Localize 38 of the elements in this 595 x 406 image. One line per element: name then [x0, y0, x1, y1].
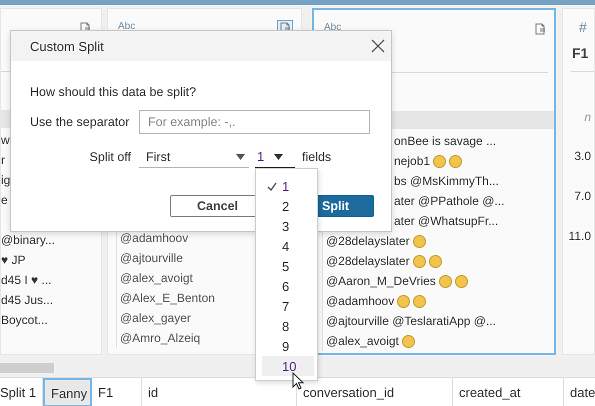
- value-text: 3.0: [574, 148, 591, 164]
- value-text: e: [1, 192, 8, 208]
- value-text: w: [1, 132, 10, 148]
- value-text: ater @PPathole @...: [394, 193, 504, 209]
- value-text: d45 Jus...: [1, 292, 54, 308]
- value-text: @Alex_E_Benton: [120, 290, 215, 306]
- value-text: ♥ JP: [1, 252, 26, 268]
- value-text: @28delayslater: [326, 253, 410, 269]
- value-text: Boycot...: [1, 312, 48, 328]
- value-text: @ajtourville @TeslaratiApp @...: [326, 313, 496, 329]
- value-text: @adamhoov: [326, 293, 394, 309]
- dialog-title: Custom Split: [30, 38, 104, 54]
- value-text: ig: [1, 172, 10, 188]
- type-label: Abc: [118, 21, 136, 32]
- value-text: @alex_avoigt: [120, 270, 193, 286]
- value-text: @Aaron_M_DeVries: [326, 273, 436, 289]
- value-text: @alex_avoigt: [326, 333, 399, 349]
- type-label: #: [579, 19, 587, 35]
- value-text: nejob1: [394, 153, 430, 169]
- value-text: ater @WhatsupFr...: [394, 213, 498, 229]
- field-name: F1: [572, 45, 588, 61]
- value-text: @ajtourville: [120, 250, 183, 266]
- field-label: Use the separator: [30, 115, 130, 129]
- value-text: bs @MsKimmyTh...: [394, 173, 499, 189]
- value-text: @binary...: [1, 232, 55, 248]
- value-text: onBee is savage ...: [394, 133, 496, 149]
- value-text: @adamhoov: [120, 230, 188, 246]
- value-text: d45 I ♥ ...: [1, 272, 52, 288]
- null-label: n: [583, 110, 592, 124]
- value-text: @Amro_Alzeiq: [120, 330, 200, 346]
- question-text: How should this data be split?: [30, 84, 198, 100]
- value-text: @28delayslater: [326, 233, 410, 249]
- field-label: Split off: [88, 150, 131, 164]
- value-text: @alex_gayer: [120, 310, 191, 326]
- value-text: 7.0: [574, 188, 591, 204]
- value-text: r: [1, 152, 5, 168]
- value-text: 11.0: [568, 228, 591, 244]
- type-label: Abc: [324, 22, 342, 33]
